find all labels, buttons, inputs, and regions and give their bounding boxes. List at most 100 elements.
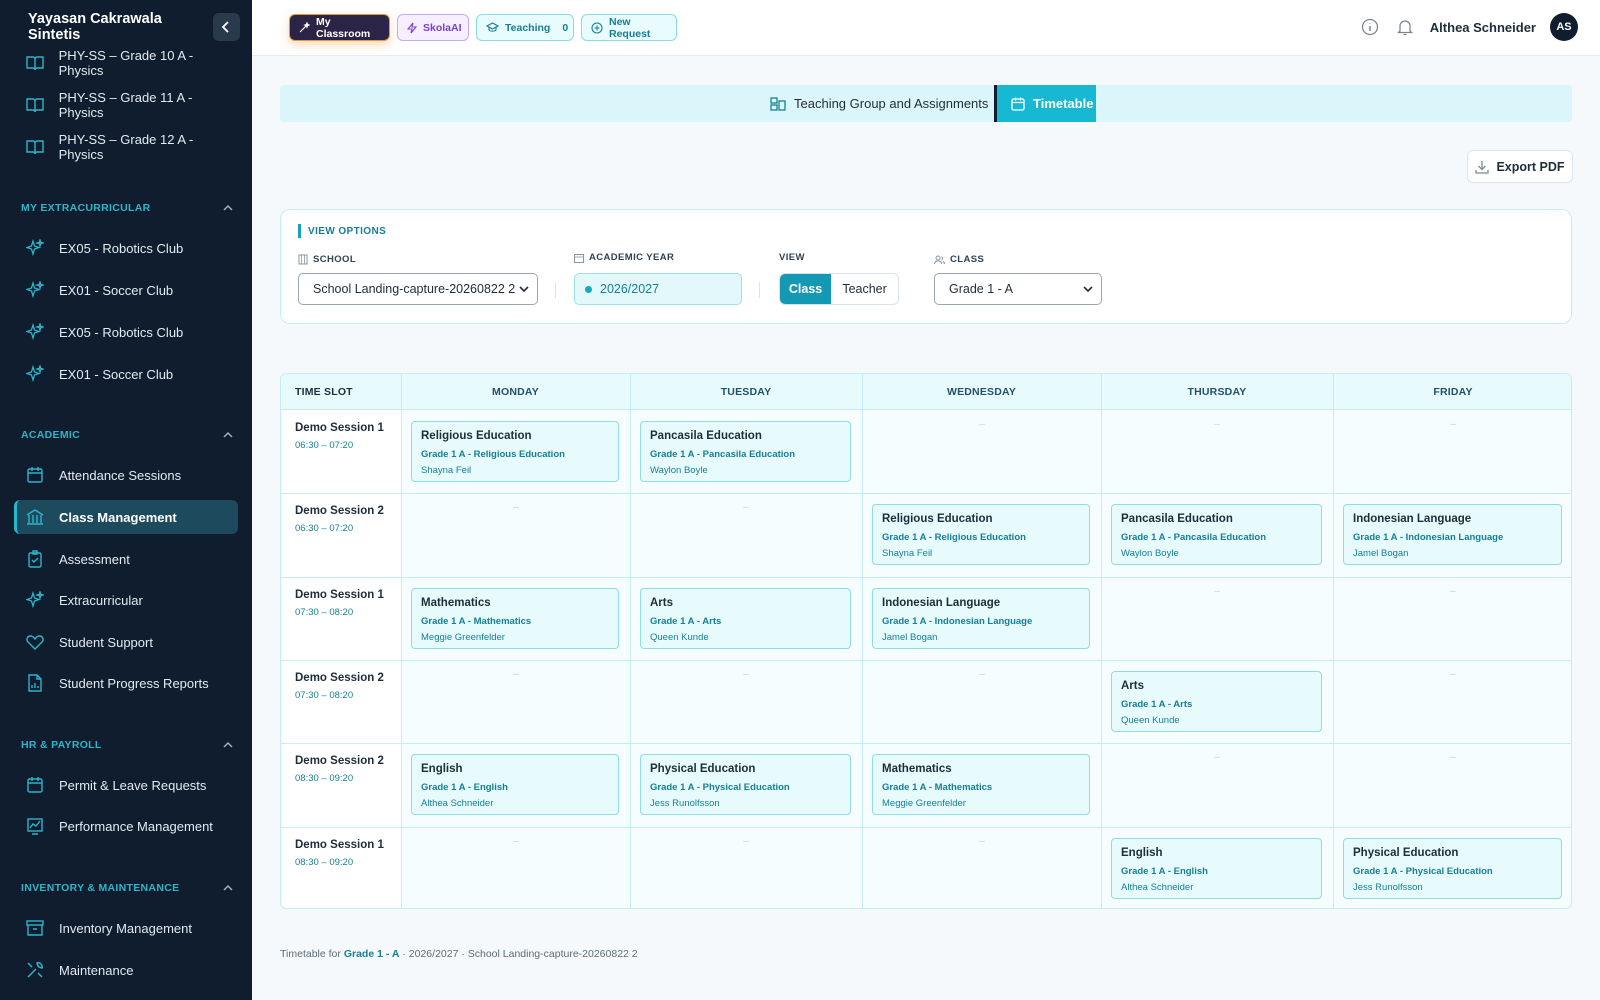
lesson-card[interactable]: English Grade 1 A - English Althea Schneid… bbox=[411, 754, 619, 815]
organization-name: Yayasan Cakrawala Sintetis bbox=[28, 11, 162, 43]
row-divider bbox=[281, 827, 1571, 828]
lesson-card[interactable]: Mathematics Grade 1 A - Mathematics Meggie… bbox=[411, 588, 619, 649]
class-select-value: Grade 1 - A bbox=[949, 282, 1013, 296]
academic-year-field[interactable]: 2026/2027 bbox=[574, 273, 742, 305]
empty-slot-mark: – bbox=[979, 669, 985, 680]
row-divider bbox=[281, 493, 1571, 494]
collapse-sidebar-button[interactable] bbox=[212, 13, 240, 41]
header-day-wednesday: WEDNESDAY bbox=[862, 374, 1101, 410]
sidebar-item-inventory[interactable]: Inventory Management bbox=[14, 911, 238, 945]
sparkles-icon bbox=[25, 364, 45, 384]
tab-teaching-groups[interactable]: Teaching Group and Assignments bbox=[768, 85, 1016, 122]
teaching-count-badge: 0 bbox=[562, 21, 569, 34]
my-classroom-button[interactable]: My Classroom bbox=[289, 14, 390, 41]
header-day-thursday: THURSDAY bbox=[1101, 374, 1333, 410]
sidebar-item-class-management[interactable]: Class Management bbox=[14, 500, 238, 534]
sidebar-item-course[interactable]: PHY-SS – Grade 12 A - Physics bbox=[14, 130, 238, 164]
sidebar-item-performance[interactable]: Performance Management bbox=[14, 809, 238, 843]
lesson-group: Grade 1 A - Indonesian Language bbox=[882, 616, 1033, 627]
sparkles-icon bbox=[25, 280, 45, 300]
view-teacher-button[interactable]: Teacher bbox=[831, 274, 898, 304]
empty-slot-mark: – bbox=[1450, 419, 1456, 430]
time-slot-time: 06:30 – 07:20 bbox=[295, 440, 354, 451]
lesson-card[interactable]: Arts Grade 1 A - Arts Queen Kunde bbox=[640, 588, 851, 649]
row-divider bbox=[281, 577, 1571, 578]
lesson-card[interactable]: Pancasila Education Grade 1 A - Pancasila… bbox=[640, 421, 851, 482]
lesson-group: Grade 1 A - Religious Education bbox=[421, 449, 565, 460]
empty-slot-mark: – bbox=[1450, 586, 1456, 597]
chevron-up-icon bbox=[223, 741, 233, 748]
lesson-card[interactable]: Pancasila Education Grade 1 A - Pancasila… bbox=[1111, 504, 1322, 565]
sidebar-item-extracurricular-menu[interactable]: Extracurricular bbox=[14, 583, 238, 617]
class-select[interactable]: Grade 1 - A bbox=[934, 273, 1102, 305]
section-header-inventory[interactable]: INVENTORY & MAINTENANCE bbox=[21, 882, 233, 894]
lightning-icon bbox=[407, 22, 417, 34]
class-label-text: CLASS bbox=[950, 254, 985, 265]
column-divider bbox=[1333, 374, 1334, 908]
sidebar-item-label: Maintenance bbox=[59, 962, 134, 978]
lesson-teacher: Jamel Bogan bbox=[1353, 548, 1409, 559]
sidebar-item-course[interactable]: PHY-SS – Grade 11 A - Physics bbox=[14, 88, 238, 122]
sidebar-item-progress-reports[interactable]: Student Progress Reports bbox=[14, 666, 238, 700]
user-name[interactable]: Althea Schneider bbox=[1430, 20, 1536, 35]
lesson-card[interactable]: English Grade 1 A - English Althea Schneid… bbox=[1111, 838, 1322, 899]
plus-circle-icon bbox=[591, 21, 603, 34]
sidebar-item-label: EX01 - Soccer Club bbox=[59, 366, 174, 382]
bell-icon[interactable] bbox=[1394, 16, 1416, 38]
section-header-extracurricular[interactable]: MY EXTRACURRICULAR bbox=[21, 202, 233, 214]
sidebar-item-label: EX01 - Soccer Club bbox=[59, 282, 174, 298]
sidebar-item-label: Assessment bbox=[59, 551, 130, 567]
time-slot-cell: Demo Session 2 08:30 – 09:20 bbox=[281, 743, 401, 826]
sidebar-item-course[interactable]: PHY-SS – Grade 10 A - Physics bbox=[14, 46, 238, 80]
school-select[interactable]: School Landing-capture-20260822 2 bbox=[298, 273, 538, 305]
sidebar-item-assessment[interactable]: Assessment bbox=[14, 542, 238, 576]
empty-slot-mark: – bbox=[513, 669, 519, 680]
section-header-academic[interactable]: ACADEMIC bbox=[21, 429, 233, 441]
class-label: CLASS bbox=[934, 254, 984, 265]
tab-timetable[interactable]: Timetable bbox=[994, 85, 1096, 122]
sidebar-item-extracurricular[interactable]: EX01 - Soccer Club bbox=[14, 273, 238, 307]
sidebar-item-attendance[interactable]: Attendance Sessions bbox=[14, 458, 238, 492]
teaching-button[interactable]: Teaching 0 bbox=[476, 14, 574, 41]
lesson-teacher: Althea Schneider bbox=[1121, 882, 1194, 893]
sidebar-item-extracurricular[interactable]: EX01 - Soccer Club bbox=[14, 357, 238, 391]
time-slot-name: Demo Session 1 bbox=[295, 839, 384, 851]
lesson-card[interactable]: Arts Grade 1 A - Arts Queen Kunde bbox=[1111, 671, 1322, 732]
users-icon bbox=[934, 255, 945, 265]
sidebar-item-permit-leave[interactable]: Permit & Leave Requests bbox=[14, 768, 238, 802]
lesson-subject: Indonesian Language bbox=[882, 597, 1001, 609]
skola-ai-button[interactable]: SkolaAI bbox=[397, 14, 469, 41]
section-header-hr[interactable]: HR & PAYROLL bbox=[21, 739, 233, 751]
new-request-button[interactable]: New Request bbox=[581, 14, 677, 41]
sidebar-item-maintenance[interactable]: Maintenance bbox=[14, 953, 238, 987]
view-toggle: Class Teacher bbox=[779, 273, 899, 305]
sidebar-item-label: Attendance Sessions bbox=[59, 467, 182, 483]
lesson-subject: English bbox=[421, 763, 463, 775]
export-pdf-button[interactable]: Export PDF bbox=[1467, 150, 1573, 183]
teaching-label: Teaching bbox=[505, 21, 551, 34]
lesson-card[interactable]: Mathematics Grade 1 A - Mathematics Meggie… bbox=[872, 754, 1090, 815]
lesson-group: Grade 1 A - Arts bbox=[1121, 699, 1193, 710]
sparkles-icon bbox=[25, 590, 45, 610]
avatar[interactable]: AS bbox=[1550, 13, 1578, 41]
lesson-card[interactable]: Physical Education Grade 1 A - Physical E… bbox=[1343, 838, 1562, 899]
sidebar-item-label: PHY-SS – Grade 11 A - Physics bbox=[58, 90, 193, 120]
lesson-group: Grade 1 A - Mathematics bbox=[421, 616, 532, 627]
lesson-group: Grade 1 A - Physical Education bbox=[650, 782, 790, 793]
sidebar-item-extracurricular[interactable]: EX05 - Robotics Club bbox=[14, 315, 238, 349]
lesson-card[interactable]: Indonesian Language Grade 1 A - Indonesia… bbox=[1343, 504, 1562, 565]
lesson-card[interactable]: Indonesian Language Grade 1 A - Indonesia… bbox=[872, 588, 1090, 649]
lesson-card[interactable]: Religious Education Grade 1 A - Religious… bbox=[872, 504, 1090, 565]
view-class-button[interactable]: Class bbox=[780, 274, 832, 304]
chevron-down-icon bbox=[519, 286, 529, 293]
lesson-card[interactable]: Physical Education Grade 1 A - Physical E… bbox=[640, 754, 851, 815]
empty-slot-mark: – bbox=[513, 836, 519, 847]
lesson-subject: Mathematics bbox=[421, 597, 491, 609]
lesson-teacher: Shayna Feil bbox=[421, 465, 472, 476]
info-icon[interactable] bbox=[1359, 16, 1381, 38]
sidebar-item-extracurricular[interactable]: EX05 - Robotics Club bbox=[14, 231, 238, 265]
time-slot-time: 07:30 – 08:20 bbox=[295, 690, 354, 701]
sidebar-item-label: PHY-SS – Grade 12 A - Physics bbox=[58, 132, 194, 162]
sidebar-item-student-support[interactable]: Student Support bbox=[14, 625, 238, 659]
lesson-card[interactable]: Religious Education Grade 1 A - Religious… bbox=[411, 421, 619, 482]
